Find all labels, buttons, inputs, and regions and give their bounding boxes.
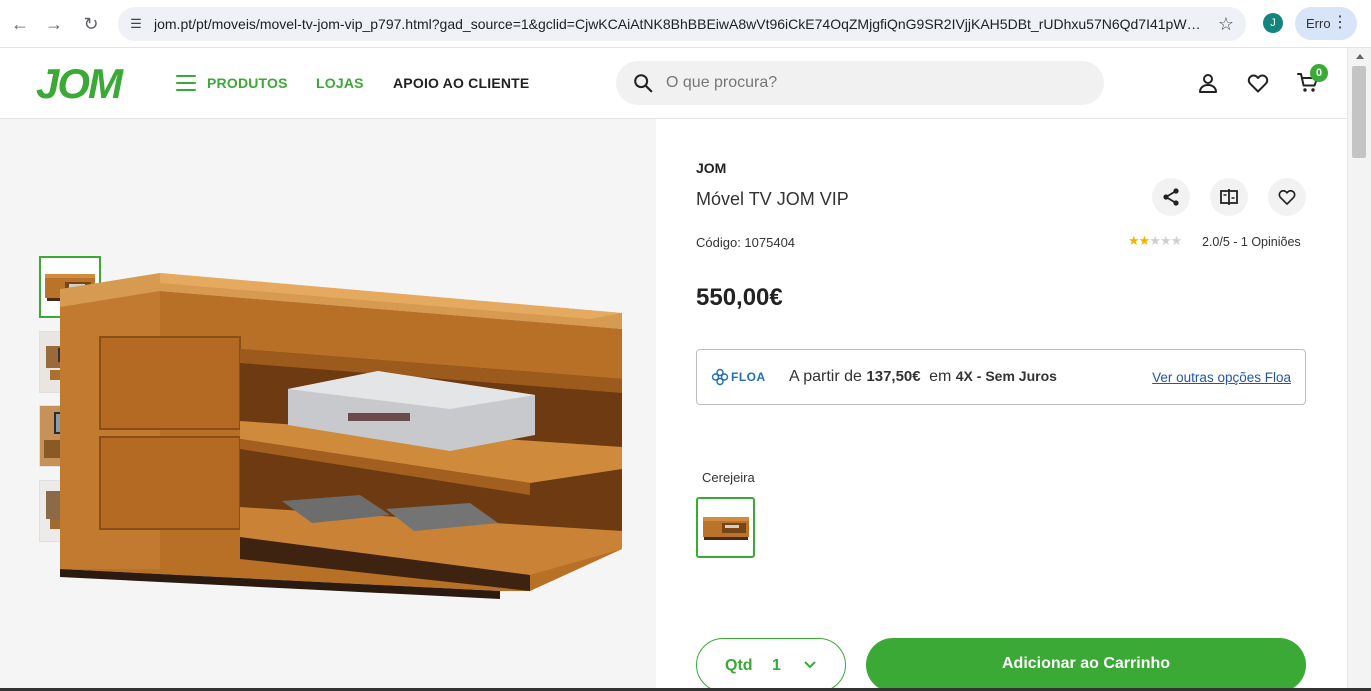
variant-label: Cerejeira <box>702 470 755 485</box>
site-logo[interactable]: JOM <box>36 60 123 108</box>
search-box[interactable] <box>616 61 1104 105</box>
product-info: JOM Móvel TV JOM VIP Código: 1075404 ★★★… <box>656 119 1347 691</box>
back-icon[interactable]: ← <box>8 12 32 36</box>
star-icon: ★ <box>1170 233 1183 248</box>
share-icon <box>1163 188 1179 206</box>
error-button[interactable]: Erro ⋮ <box>1295 7 1357 40</box>
floa-amount: 137,50€ <box>866 368 921 385</box>
rating-text[interactable]: 2.0/5 - 1 Opiniões <box>1202 235 1301 249</box>
site-info-icon[interactable]: ☰ <box>126 14 146 34</box>
chevron-down-icon[interactable] <box>803 660 817 670</box>
variant-image <box>703 517 749 540</box>
variant-swatch-cerejeira[interactable] <box>696 497 755 558</box>
floa-financing-box: FLOA A partir de 137,50€ em 4X - Sem Jur… <box>696 349 1306 405</box>
add-to-cart-button[interactable]: Adicionar ao Carrinho <box>866 638 1306 691</box>
star-icon: ★ <box>1138 233 1151 248</box>
nav-produtos[interactable]: PRODUTOS <box>207 75 288 91</box>
more-options-icon[interactable]: ⋮ <box>1332 13 1348 33</box>
reload-icon[interactable]: ↻ <box>79 12 103 36</box>
product-main-image[interactable] <box>30 269 630 599</box>
star-icon: ★ <box>1159 233 1172 248</box>
account-icon[interactable] <box>1196 71 1220 95</box>
forward-icon[interactable]: → <box>42 12 66 36</box>
heart-icon <box>1278 189 1296 205</box>
share-button[interactable] <box>1152 178 1190 216</box>
floa-middle: em <box>929 368 952 385</box>
star-icon: ★ <box>1128 233 1140 248</box>
search-icon[interactable] <box>632 72 654 94</box>
floa-offer-text: A partir de 137,50€ em 4X - Sem Juros <box>789 368 1057 386</box>
scroll-up-icon[interactable] <box>1356 54 1364 59</box>
floa-flower-icon <box>711 368 729 386</box>
compare-button[interactable] <box>1210 178 1248 216</box>
floa-options-link[interactable]: Ver outras opções Floa <box>1152 370 1291 385</box>
scrollbar-thumb[interactable] <box>1352 66 1366 158</box>
error-label: Erro <box>1306 16 1331 31</box>
search-input[interactable] <box>666 72 1086 94</box>
compare-icon <box>1220 189 1238 205</box>
site-header: JOM PRODUTOS LOJAS APOIO AO CLIENTE 0 <box>0 48 1347 119</box>
page-scrollbar[interactable] <box>1347 48 1371 691</box>
quantity-selector[interactable]: Qtd 1 <box>696 638 846 691</box>
product-code: Código: 1075404 <box>696 235 796 250</box>
product-title: Móvel TV JOM VIP <box>696 189 849 209</box>
nav-lojas[interactable]: LOJAS <box>316 75 364 91</box>
address-bar[interactable]: ☰ jom.pt/pt/moveis/movel-tv-jom-vip_p797… <box>118 7 1246 41</box>
profile-avatar[interactable]: J <box>1263 13 1283 33</box>
cart-count-badge: 0 <box>1310 64 1328 82</box>
product-gallery <box>0 119 656 691</box>
qty-value[interactable]: 1 <box>772 657 781 675</box>
product-brand[interactable]: JOM <box>696 160 726 176</box>
bookmark-star-icon[interactable]: ☆ <box>1218 14 1234 34</box>
browser-toolbar: ← → ↻ ☰ jom.pt/pt/moveis/movel-tv-jom-vi… <box>0 0 1371 48</box>
wishlist-heart-icon[interactable] <box>1246 71 1270 95</box>
url-text[interactable]: jom.pt/pt/moveis/movel-tv-jom-vip_p797.h… <box>154 16 1204 34</box>
nav-apoio-cliente[interactable]: APOIO AO CLIENTE <box>393 75 529 91</box>
product-price: 550,00€ <box>696 284 783 311</box>
floa-prefix: A partir de <box>789 368 862 385</box>
floa-terms: 4X - Sem Juros <box>955 368 1057 384</box>
favorite-button[interactable] <box>1268 178 1306 216</box>
qty-label: Qtd <box>725 657 753 674</box>
floa-logo-text: FLOA <box>731 370 766 384</box>
star-icon: ★ <box>1149 233 1161 248</box>
menu-icon[interactable] <box>176 75 196 91</box>
floa-logo: FLOA <box>711 368 771 388</box>
rating-stars[interactable]: ★★★★★ <box>1128 233 1183 249</box>
